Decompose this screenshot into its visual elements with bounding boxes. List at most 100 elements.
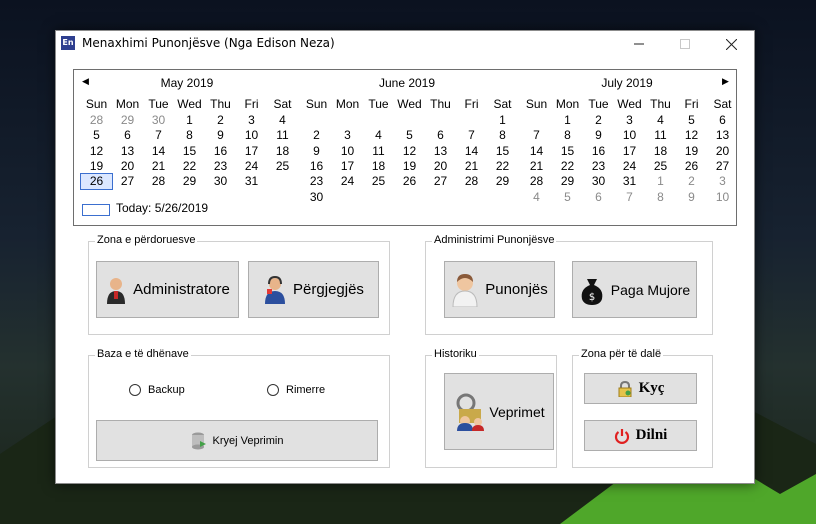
calendar-day[interactable]: 20 bbox=[707, 144, 738, 159]
calendar-day[interactable]: 12 bbox=[676, 128, 707, 143]
calendar-day[interactable]: 3 bbox=[236, 113, 267, 128]
calendar-day[interactable]: 14 bbox=[143, 144, 174, 159]
calendar-day[interactable]: 19 bbox=[676, 144, 707, 159]
calendar-day[interactable]: 10 bbox=[614, 128, 645, 143]
calendar-day[interactable]: 23 bbox=[205, 159, 236, 174]
actions-button[interactable]: Veprimet bbox=[444, 373, 554, 450]
calendar-day[interactable]: 8 bbox=[487, 128, 518, 143]
lock-button[interactable]: Kyç bbox=[584, 373, 697, 404]
calendar-day[interactable]: 13 bbox=[112, 144, 143, 159]
calendar-day[interactable]: 7 bbox=[614, 190, 645, 205]
month-calendar[interactable]: ◀ ▶ May 2019 Sun Mon Tue Wed Thu Fri Sat 28 29 30 1… bbox=[73, 69, 737, 226]
calendar-day[interactable]: 25 bbox=[645, 159, 676, 174]
calendar-day[interactable]: 29 bbox=[552, 174, 583, 189]
administrators-button[interactable]: Administratore bbox=[96, 261, 239, 318]
calendar-day[interactable]: 31 bbox=[236, 174, 267, 189]
employee-button[interactable]: Punonjës bbox=[444, 261, 555, 318]
calendar-day[interactable]: 15 bbox=[552, 144, 583, 159]
calendar-day[interactable]: 4 bbox=[645, 113, 676, 128]
calendar-day[interactable]: 18 bbox=[267, 144, 298, 159]
calendar-day[interactable]: 7 bbox=[456, 128, 487, 143]
calendar-day[interactable]: 9 bbox=[583, 128, 614, 143]
calendar-day[interactable]: 28 bbox=[81, 113, 112, 128]
calendar-day[interactable]: 20 bbox=[425, 159, 456, 174]
calendar-day[interactable]: 20 bbox=[112, 159, 143, 174]
minimize-button[interactable] bbox=[616, 31, 662, 57]
calendar-day[interactable]: 24 bbox=[332, 174, 363, 189]
calendar-day[interactable]: 22 bbox=[174, 159, 205, 174]
calendar-day[interactable]: 31 bbox=[614, 174, 645, 189]
calendar-day[interactable]: 19 bbox=[394, 159, 425, 174]
calendar-day[interactable]: 24 bbox=[614, 159, 645, 174]
calendar-month-title[interactable]: June 2019 bbox=[298, 76, 516, 90]
calendar-day[interactable]: 7 bbox=[521, 128, 552, 143]
restore-radio[interactable] bbox=[267, 384, 279, 396]
calendar-day[interactable]: 2 bbox=[583, 113, 614, 128]
calendar-day[interactable]: 17 bbox=[236, 144, 267, 159]
calendar-day-selected[interactable]: 26 bbox=[80, 173, 113, 191]
calendar-day[interactable]: 23 bbox=[301, 174, 332, 189]
calendar-day[interactable]: 25 bbox=[363, 174, 394, 189]
calendar-day[interactable]: 4 bbox=[363, 128, 394, 143]
calendar-day[interactable]: 3 bbox=[332, 128, 363, 143]
calendar-day[interactable]: 3 bbox=[614, 113, 645, 128]
calendar-day[interactable]: 27 bbox=[425, 174, 456, 189]
calendar-day[interactable]: 6 bbox=[583, 190, 614, 205]
calendar-day[interactable]: 5 bbox=[676, 113, 707, 128]
calendar-day[interactable]: 21 bbox=[521, 159, 552, 174]
calendar-day[interactable]: 28 bbox=[456, 174, 487, 189]
exit-button[interactable]: Dilni bbox=[584, 420, 697, 451]
calendar-day[interactable]: 1 bbox=[174, 113, 205, 128]
calendar-day[interactable]: 27 bbox=[707, 159, 738, 174]
calendar-day[interactable]: 29 bbox=[487, 174, 518, 189]
monthly-salary-button[interactable]: $ Paga Mujore bbox=[572, 261, 697, 318]
calendar-day[interactable]: 27 bbox=[112, 174, 143, 189]
maximize-button[interactable] bbox=[662, 31, 708, 57]
calendar-day[interactable]: 8 bbox=[174, 128, 205, 143]
calendar-day[interactable]: 30 bbox=[143, 113, 174, 128]
calendar-day[interactable]: 13 bbox=[425, 144, 456, 159]
calendar-day[interactable]: 30 bbox=[205, 174, 236, 189]
calendar-day[interactable]: 14 bbox=[521, 144, 552, 159]
calendar-day[interactable]: 11 bbox=[267, 128, 298, 143]
calendar-day[interactable]: 13 bbox=[707, 128, 738, 143]
close-button[interactable] bbox=[708, 31, 754, 57]
calendar-day[interactable]: 18 bbox=[363, 159, 394, 174]
calendar-day[interactable]: 1 bbox=[645, 174, 676, 189]
calendar-day[interactable]: 22 bbox=[552, 159, 583, 174]
calendar-day[interactable]: 4 bbox=[267, 113, 298, 128]
calendar-day[interactable]: 11 bbox=[645, 128, 676, 143]
calendar-day[interactable]: 5 bbox=[394, 128, 425, 143]
calendar-day[interactable]: 9 bbox=[301, 144, 332, 159]
calendar-day[interactable]: 12 bbox=[81, 144, 112, 159]
calendar-month-title[interactable]: May 2019 bbox=[78, 76, 296, 90]
responsible-button[interactable]: Përgjegjës bbox=[248, 261, 379, 318]
calendar-day[interactable]: 9 bbox=[205, 128, 236, 143]
calendar-day[interactable]: 26 bbox=[394, 174, 425, 189]
calendar-day[interactable]: 26 bbox=[676, 159, 707, 174]
calendar-day[interactable]: 1 bbox=[552, 113, 583, 128]
calendar-day[interactable]: 22 bbox=[487, 159, 518, 174]
calendar-day[interactable]: 19 bbox=[81, 159, 112, 174]
calendar-day[interactable]: 16 bbox=[583, 144, 614, 159]
calendar-day[interactable]: 24 bbox=[236, 159, 267, 174]
calendar-day[interactable]: 2 bbox=[205, 113, 236, 128]
calendar-day[interactable]: 18 bbox=[645, 144, 676, 159]
calendar-day[interactable]: 10 bbox=[236, 128, 267, 143]
calendar-day[interactable]: 6 bbox=[112, 128, 143, 143]
calendar-day[interactable]: 5 bbox=[81, 128, 112, 143]
calendar-day[interactable]: 8 bbox=[552, 128, 583, 143]
calendar-day[interactable]: 1 bbox=[487, 113, 518, 128]
calendar-day[interactable]: 3 bbox=[707, 174, 738, 189]
calendar-day[interactable]: 6 bbox=[425, 128, 456, 143]
calendar-day[interactable]: 8 bbox=[645, 190, 676, 205]
calendar-day[interactable]: 5 bbox=[552, 190, 583, 205]
calendar-day[interactable]: 21 bbox=[456, 159, 487, 174]
calendar-day[interactable]: 29 bbox=[112, 113, 143, 128]
calendar-month-title[interactable]: July 2019 bbox=[518, 76, 736, 90]
calendar-day[interactable]: 4 bbox=[521, 190, 552, 205]
calendar-day[interactable]: 11 bbox=[363, 144, 394, 159]
calendar-day[interactable]: 28 bbox=[521, 174, 552, 189]
calendar-day[interactable]: 30 bbox=[301, 190, 332, 205]
backup-radio[interactable] bbox=[129, 384, 141, 396]
